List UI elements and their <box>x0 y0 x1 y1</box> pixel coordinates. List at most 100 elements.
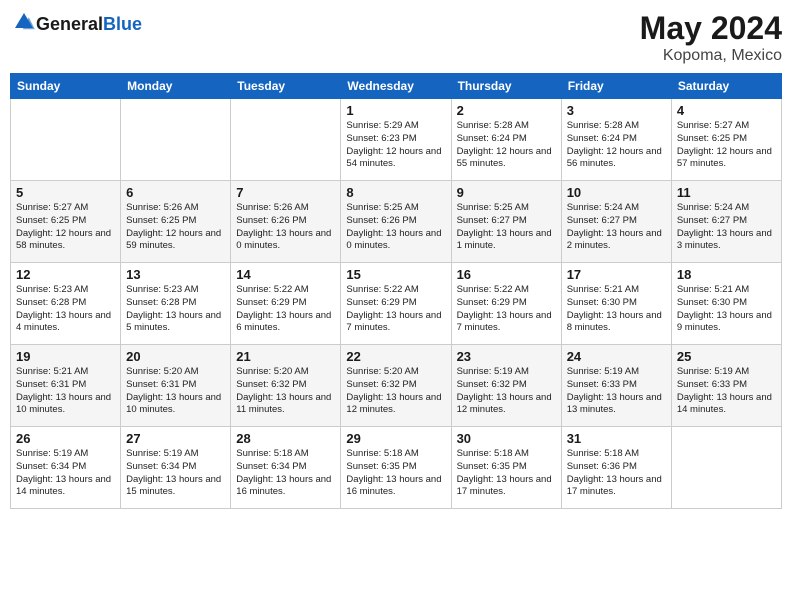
table-row <box>121 99 231 181</box>
day-number: 20 <box>126 349 225 364</box>
day-number: 9 <box>457 185 556 200</box>
table-row: 22 Sunrise: 5:20 AM Sunset: 6:32 PM Dayli… <box>341 345 451 427</box>
table-row: 12Sunrise: 5:23 AM Sunset: 6:28 PM Dayli… <box>11 263 121 345</box>
day-info: Sunrise: 5:25 AM Sunset: 6:27 PM Dayligh… <box>457 202 556 253</box>
day-number: 16 <box>457 267 556 282</box>
calendar-week-2: 5 Sunrise: 5:27 AM Sunset: 6:25 PM Daylig… <box>11 181 782 263</box>
table-row: 6 Sunrise: 5:26 AM Sunset: 6:25 PM Daylig… <box>121 181 231 263</box>
table-row: 28 Sunrise: 5:18 AM Sunset: 6:34 PM Dayli… <box>231 427 341 509</box>
logo: GeneralBlue <box>10 10 142 39</box>
col-monday: Monday <box>121 74 231 99</box>
day-number: 29 <box>346 431 445 446</box>
day-info: Sunrise: 5:19 AM Sunset: 6:33 PM Dayligh… <box>677 366 776 417</box>
day-number: 14 <box>236 267 335 282</box>
day-number: 22 <box>346 349 445 364</box>
day-number: 30 <box>457 431 556 446</box>
table-row: 16 Sunrise: 5:22 AM Sunset: 6:29 PM Dayli… <box>451 263 561 345</box>
table-row: 9 Sunrise: 5:25 AM Sunset: 6:27 PM Daylig… <box>451 181 561 263</box>
day-info: Sunrise: 5:19 AM Sunset: 6:32 PM Dayligh… <box>457 366 556 417</box>
day-info: Sunrise: 5:20 AM Sunset: 6:32 PM Dayligh… <box>346 366 445 417</box>
title-block: May 2024 Kopoma, Mexico <box>640 10 782 65</box>
day-number: 12 <box>16 267 115 282</box>
table-row <box>671 427 781 509</box>
day-number: 10 <box>567 185 666 200</box>
day-number: 7 <box>236 185 335 200</box>
table-row: 20 Sunrise: 5:20 AM Sunset: 6:31 PM Dayli… <box>121 345 231 427</box>
day-number: 15 <box>346 267 445 282</box>
calendar-week-5: 26 Sunrise: 5:19 AM Sunset: 6:34 PM Dayli… <box>11 427 782 509</box>
table-row: 25 Sunrise: 5:19 AM Sunset: 6:33 PM Dayli… <box>671 345 781 427</box>
table-row: 7 Sunrise: 5:26 AM Sunset: 6:26 PM Daylig… <box>231 181 341 263</box>
calendar-week-3: 12 Sunrise: 5:23 AM Sunset: 6:28 PM Dayli… <box>11 263 782 345</box>
day-info: Sunrise: 5:19 AM Sunset: 6:34 PM Dayligh… <box>16 448 115 499</box>
table-row: 31Sunrise: 5:18 AM Sunset: 6:36 PM Dayli… <box>561 427 671 509</box>
table-row: 24 Sunrise: 5:19 AM Sunset: 6:33 PM Dayli… <box>561 345 671 427</box>
day-info: Sunrise: 5:24 AM Sunset: 6:27 PM Dayligh… <box>567 202 666 253</box>
day-info: Sunrise: 5:29 AM Sunset: 6:23 PM Dayligh… <box>346 120 445 171</box>
day-number: 8 <box>346 185 445 200</box>
table-row: 29 Sunrise: 5:18 AM Sunset: 6:35 PM Dayli… <box>341 427 451 509</box>
table-row: 23Sunrise: 5:19 AM Sunset: 6:32 PM Dayli… <box>451 345 561 427</box>
day-number: 28 <box>236 431 335 446</box>
logo-blue: Blue <box>103 14 142 34</box>
day-number: 2 <box>457 103 556 118</box>
day-info: Sunrise: 5:18 AM Sunset: 6:35 PM Dayligh… <box>346 448 445 499</box>
day-number: 25 <box>677 349 776 364</box>
day-info: Sunrise: 5:21 AM Sunset: 6:30 PM Dayligh… <box>677 284 776 335</box>
day-number: 19 <box>16 349 115 364</box>
day-number: 27 <box>126 431 225 446</box>
table-row: 21Sunrise: 5:20 AM Sunset: 6:32 PM Dayli… <box>231 345 341 427</box>
day-info: Sunrise: 5:18 AM Sunset: 6:34 PM Dayligh… <box>236 448 335 499</box>
table-row: 13 Sunrise: 5:23 AM Sunset: 6:28 PM Dayli… <box>121 263 231 345</box>
day-info: Sunrise: 5:21 AM Sunset: 6:30 PM Dayligh… <box>567 284 666 335</box>
calendar-week-1: 1 Sunrise: 5:29 AM Sunset: 6:23 PM Daylig… <box>11 99 782 181</box>
day-info: Sunrise: 5:28 AM Sunset: 6:24 PM Dayligh… <box>457 120 556 171</box>
day-number: 26 <box>16 431 115 446</box>
day-number: 11 <box>677 185 776 200</box>
table-row: 4Sunrise: 5:27 AM Sunset: 6:25 PM Daylig… <box>671 99 781 181</box>
day-info: Sunrise: 5:20 AM Sunset: 6:32 PM Dayligh… <box>236 366 335 417</box>
day-info: Sunrise: 5:19 AM Sunset: 6:34 PM Dayligh… <box>126 448 225 499</box>
table-row <box>231 99 341 181</box>
month-title: May 2024 <box>640 10 782 47</box>
day-info: Sunrise: 5:26 AM Sunset: 6:25 PM Dayligh… <box>126 202 225 253</box>
day-number: 17 <box>567 267 666 282</box>
day-info: Sunrise: 5:25 AM Sunset: 6:26 PM Dayligh… <box>346 202 445 253</box>
table-row: 19 Sunrise: 5:21 AM Sunset: 6:31 PM Dayli… <box>11 345 121 427</box>
day-info: Sunrise: 5:24 AM Sunset: 6:27 PM Dayligh… <box>677 202 776 253</box>
col-tuesday: Tuesday <box>231 74 341 99</box>
calendar-header-row: Sunday Monday Tuesday Wednesday Thursday… <box>11 74 782 99</box>
day-info: Sunrise: 5:18 AM Sunset: 6:35 PM Dayligh… <box>457 448 556 499</box>
table-row: 27 Sunrise: 5:19 AM Sunset: 6:34 PM Dayli… <box>121 427 231 509</box>
day-info: Sunrise: 5:22 AM Sunset: 6:29 PM Dayligh… <box>236 284 335 335</box>
col-thursday: Thursday <box>451 74 561 99</box>
table-row: 10 Sunrise: 5:24 AM Sunset: 6:27 PM Dayli… <box>561 181 671 263</box>
table-row: 1 Sunrise: 5:29 AM Sunset: 6:23 PM Daylig… <box>341 99 451 181</box>
table-row: 8 Sunrise: 5:25 AM Sunset: 6:26 PM Daylig… <box>341 181 451 263</box>
day-number: 5 <box>16 185 115 200</box>
day-number: 31 <box>567 431 666 446</box>
table-row: 5 Sunrise: 5:27 AM Sunset: 6:25 PM Daylig… <box>11 181 121 263</box>
table-row: 30 Sunrise: 5:18 AM Sunset: 6:35 PM Dayli… <box>451 427 561 509</box>
day-info: Sunrise: 5:22 AM Sunset: 6:29 PM Dayligh… <box>457 284 556 335</box>
table-row: 3Sunrise: 5:28 AM Sunset: 6:24 PM Daylig… <box>561 99 671 181</box>
col-wednesday: Wednesday <box>341 74 451 99</box>
logo-icon <box>12 10 36 34</box>
page: GeneralBlue May 2024 Kopoma, Mexico Sund… <box>0 0 792 612</box>
calendar-table: Sunday Monday Tuesday Wednesday Thursday… <box>10 73 782 509</box>
day-number: 13 <box>126 267 225 282</box>
table-row: 2 Sunrise: 5:28 AM Sunset: 6:24 PM Daylig… <box>451 99 561 181</box>
day-info: Sunrise: 5:26 AM Sunset: 6:26 PM Dayligh… <box>236 202 335 253</box>
location: Kopoma, Mexico <box>640 47 782 65</box>
day-info: Sunrise: 5:19 AM Sunset: 6:33 PM Dayligh… <box>567 366 666 417</box>
day-number: 18 <box>677 267 776 282</box>
day-info: Sunrise: 5:20 AM Sunset: 6:31 PM Dayligh… <box>126 366 225 417</box>
day-info: Sunrise: 5:27 AM Sunset: 6:25 PM Dayligh… <box>16 202 115 253</box>
day-number: 1 <box>346 103 445 118</box>
day-info: Sunrise: 5:23 AM Sunset: 6:28 PM Dayligh… <box>126 284 225 335</box>
day-info: Sunrise: 5:22 AM Sunset: 6:29 PM Dayligh… <box>346 284 445 335</box>
day-number: 24 <box>567 349 666 364</box>
day-number: 6 <box>126 185 225 200</box>
day-info: Sunrise: 5:21 AM Sunset: 6:31 PM Dayligh… <box>16 366 115 417</box>
table-row: 18 Sunrise: 5:21 AM Sunset: 6:30 PM Dayli… <box>671 263 781 345</box>
